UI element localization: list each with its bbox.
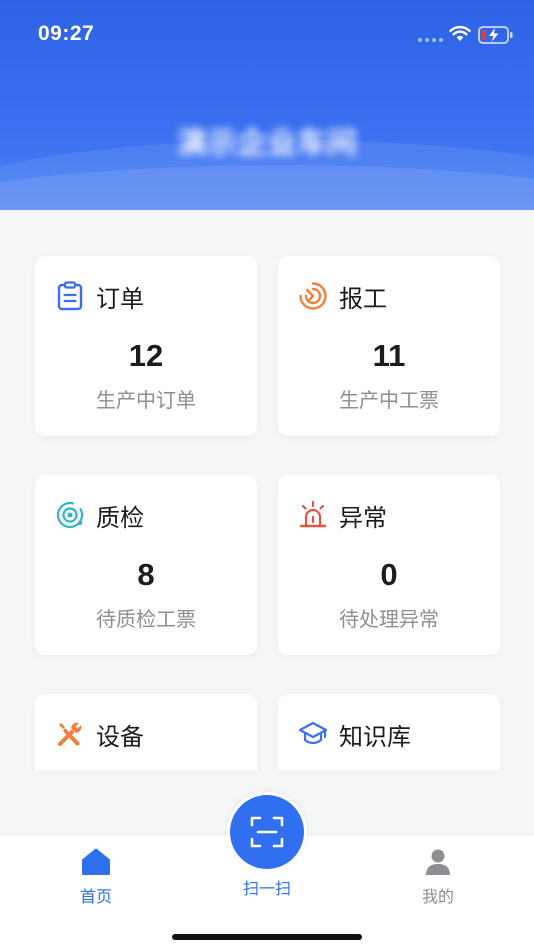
exceptions-card[interactable]: 异常 0 待处理异常 (278, 475, 500, 655)
home-icon (36, 847, 156, 877)
card-value: 8 (137, 557, 155, 592)
report-icon (298, 281, 328, 311)
graduation-cap-icon (298, 719, 328, 749)
card-title: 知识库 (339, 722, 411, 751)
card-subtitle: 待处理异常 (339, 607, 439, 631)
knowledge-base-card[interactable]: 知识库 (278, 694, 500, 770)
clipboard-icon (55, 281, 85, 311)
status-time: 09:27 (38, 22, 95, 45)
scan-icon (250, 816, 284, 848)
equipment-card[interactable]: 设备 (35, 694, 257, 770)
tab-mine[interactable]: 我的 (378, 847, 498, 907)
header-banner: 09:27 演示企业车间 (0, 0, 534, 210)
card-subtitle: 待质检工票 (96, 607, 196, 631)
card-value: 0 (380, 557, 398, 592)
card-subtitle: 生产中工票 (339, 388, 439, 412)
tab-home[interactable]: 首页 (36, 847, 156, 907)
quality-inspection-card[interactable]: 质检 8 待质检工票 (35, 475, 257, 655)
alarm-icon (298, 500, 328, 530)
card-value: 11 (372, 338, 406, 373)
orders-card[interactable]: 订单 12 生产中订单 (35, 256, 257, 436)
dashboard-content: 订单 12 生产中订单 报工 11 生产中工票 质检 8 待质检工票 异常 0 … (0, 210, 534, 770)
card-title: 设备 (96, 722, 144, 751)
card-title: 订单 (96, 284, 144, 313)
card-subtitle: 生产中订单 (96, 388, 196, 412)
scan-button-wrapper (227, 792, 307, 872)
user-icon (378, 847, 498, 877)
tools-icon (55, 719, 85, 749)
scan-button[interactable] (230, 795, 304, 869)
card-title: 质检 (96, 503, 144, 532)
battery-charging-icon (478, 26, 513, 44)
wifi-icon (449, 25, 471, 41)
cellular-signal-icon (418, 38, 443, 42)
inspection-icon (55, 500, 85, 530)
report-work-card[interactable]: 报工 11 生产中工票 (278, 256, 500, 436)
tab-home-label: 首页 (79, 887, 112, 906)
tab-mine-label: 我的 (421, 887, 454, 906)
workshop-title: 演示企业车间 (177, 126, 357, 161)
tab-scan-label[interactable]: 扫一扫 (207, 875, 327, 899)
card-title: 报工 (339, 284, 387, 313)
card-value: 12 (128, 338, 164, 373)
home-indicator (172, 934, 362, 940)
card-title: 异常 (339, 503, 387, 532)
status-bar: 09:27 (0, 0, 534, 70)
